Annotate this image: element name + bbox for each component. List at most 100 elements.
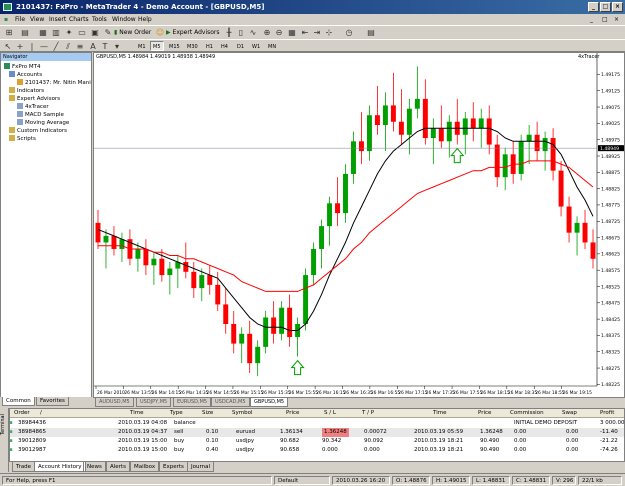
doc-icon[interactable]: ▪ <box>4 15 8 24</box>
tf-h1[interactable]: H1 <box>203 41 216 51</box>
history-row[interactable]: ▪ 39012987 2010.03.19 15:00 buy 0.40 usdjpy 90… <box>9 446 624 455</box>
menu-file[interactable]: File <box>15 15 25 24</box>
col-time[interactable]: Time <box>130 409 143 418</box>
periods-icon[interactable]: ◷ <box>344 28 354 38</box>
chart-tab-usdjpy[interactable]: USDJPY,M5 <box>136 398 172 407</box>
col-order[interactable]: Order <box>14 409 30 418</box>
text-tool-icon[interactable]: A <box>88 42 98 52</box>
chart-tab-usdcad[interactable]: USDCAD,M5 <box>211 398 250 407</box>
tf-m5[interactable]: M5 <box>150 41 164 51</box>
tf-m30[interactable]: M30 <box>184 41 201 51</box>
chart-tab-audusd[interactable]: AUDUSD,M5 <box>95 398 134 407</box>
indicators-icon[interactable]: ⊹ <box>324 28 334 38</box>
menu-charts[interactable]: Charts <box>69 15 89 24</box>
tab-common[interactable]: Common <box>2 397 35 406</box>
history-row[interactable]: ▪ 39012809 2010.03.19 15:00 buy 0.10 usdjpy 90… <box>9 437 624 446</box>
fibonacci-icon[interactable]: ≡ <box>75 42 85 52</box>
tf-m1[interactable]: M1 <box>135 41 149 51</box>
bar-chart-icon[interactable]: ╫ <box>224 28 234 38</box>
tf-h4[interactable]: H4 <box>218 41 231 51</box>
menu-help[interactable]: Help <box>138 15 152 24</box>
zoom-out-icon[interactable]: ⊖ <box>274 28 284 38</box>
tab-favorites[interactable]: Favorites <box>36 397 69 406</box>
expert-advisors-button[interactable]: ▶ Expert Advisors <box>166 27 220 38</box>
col-symbol[interactable]: Symbol <box>232 409 253 418</box>
history-row[interactable]: ▪ 38984436 2010.03.19 04:08 balance INITIAL … <box>9 419 625 428</box>
close-button[interactable]: × <box>612 2 623 12</box>
candle-body <box>502 154 508 178</box>
autotrading-icon[interactable]: ☺ <box>155 28 165 38</box>
menu-window[interactable]: Window <box>112 15 136 24</box>
tile-windows-icon[interactable]: ▦ <box>287 28 297 38</box>
minimize-button[interactable]: _ <box>588 2 599 12</box>
zoom-in-icon[interactable]: ⊕ <box>262 28 272 38</box>
tf-m15[interactable]: M15 <box>166 41 183 51</box>
tab-journal[interactable]: Journal <box>187 462 215 472</box>
col-price[interactable]: Price <box>286 409 299 418</box>
nav-item-moving-average[interactable]: Moving Average <box>17 119 69 127</box>
chart-tab-eurusd[interactable]: EURUSD,M5 <box>173 398 212 407</box>
menu-tools[interactable]: Tools <box>92 15 107 24</box>
menu-view[interactable]: View <box>30 15 44 24</box>
arrows-icon[interactable]: ▾ <box>112 42 122 52</box>
channel-icon[interactable]: ⫽ <box>63 42 73 52</box>
label-tool-icon[interactable]: T <box>100 42 110 52</box>
tab-alerts[interactable]: Alerts <box>106 462 130 472</box>
tf-mn[interactable]: MN <box>265 41 279 51</box>
nav-item-custom-indicators[interactable]: Custom Indicators <box>9 127 67 135</box>
nav-item-account[interactable]: 2101437: Mr. Nitin Mani <box>17 79 91 87</box>
tab-mailbox[interactable]: Mailbox <box>130 462 160 472</box>
chart-shift-icon[interactable]: ⇤ <box>300 28 310 38</box>
market-watch-icon[interactable]: ▦ <box>38 28 48 38</box>
line-chart-icon[interactable]: ∿ <box>248 28 258 38</box>
tester-icon[interactable]: ▣ <box>90 28 100 38</box>
profiles-icon[interactable]: ▤ <box>20 28 30 38</box>
mdi-minimize-icon[interactable]: _ <box>590 15 593 24</box>
tf-d1[interactable]: D1 <box>234 41 247 51</box>
menu-insert[interactable]: Insert <box>49 15 66 24</box>
history-row[interactable]: ▪ 38984865 2010.03.19 04:37 sell 0.10 eurusd 1… <box>9 428 624 437</box>
col-tp[interactable]: T / P <box>362 409 374 418</box>
nav-item-root[interactable]: FxPro MT4 <box>4 63 41 71</box>
terminal-icon[interactable]: ▭ <box>77 28 87 38</box>
nav-item-scripts[interactable]: Scripts <box>9 135 36 143</box>
autoscroll-icon[interactable]: ⇥ <box>312 28 322 38</box>
navigator-icon[interactable]: ✦ <box>64 28 74 38</box>
candlestick-icon[interactable]: ▯ <box>236 28 246 38</box>
nav-item-macd-sample[interactable]: MACD Sample <box>17 111 64 119</box>
mdi-restore-icon[interactable]: □ <box>602 15 608 24</box>
new-chart-icon[interactable]: ⊞ <box>4 28 14 38</box>
tab-experts[interactable]: Experts <box>159 462 188 472</box>
col-commission[interactable]: Commission <box>510 409 544 418</box>
crosshair-icon[interactable]: + <box>15 42 25 52</box>
chart-tab-gbpusd[interactable]: GBPUSD,M5 <box>250 398 289 407</box>
cursor-icon[interactable]: ↖ <box>3 42 13 52</box>
maximize-button[interactable]: □ <box>600 2 611 12</box>
new-order-button[interactable]: ▮ New Order <box>114 27 151 38</box>
metaeditor-icon[interactable]: ✎ <box>103 28 113 38</box>
tf-w1[interactable]: W1 <box>249 41 263 51</box>
horizontal-line-icon[interactable]: — <box>39 42 49 52</box>
nav-item-indicators[interactable]: Indicators <box>9 87 44 95</box>
tab-news[interactable]: News <box>83 462 106 472</box>
data-window-icon[interactable]: ▥ <box>51 28 61 38</box>
mdi-close-icon[interactable]: × <box>614 15 619 24</box>
col-close-price[interactable]: Price <box>478 409 491 418</box>
col-profit[interactable]: Profit <box>600 409 614 418</box>
col-sort[interactable]: / <box>40 409 42 418</box>
tab-account-history[interactable]: Account History <box>34 462 86 472</box>
col-type[interactable]: Type <box>170 409 183 418</box>
nav-item-expert-advisors[interactable]: Expert Advisors <box>9 95 60 103</box>
nav-item-accounts[interactable]: Accounts <box>9 71 42 79</box>
templates-icon[interactable]: ▤ <box>366 28 376 38</box>
nav-item-4xtracer[interactable]: 4xTracer <box>17 103 49 111</box>
col-size[interactable]: Size <box>202 409 213 418</box>
col-sl[interactable]: S / L <box>324 409 336 418</box>
vertical-line-icon[interactable]: | <box>27 42 37 52</box>
trendline-icon[interactable]: ╱ <box>51 42 61 52</box>
col-swap[interactable]: Swap <box>562 409 577 418</box>
col-close-time[interactable]: Time <box>433 409 446 418</box>
chart-window[interactable]: 1.49175 1.49125 1.49075 1.49025 1.48975 1.489… <box>93 52 625 398</box>
price-chart[interactable]: 1.49175 1.49125 1.49075 1.49025 1.48975 1.489… <box>94 53 624 397</box>
tab-trade[interactable]: Trade <box>12 462 36 472</box>
